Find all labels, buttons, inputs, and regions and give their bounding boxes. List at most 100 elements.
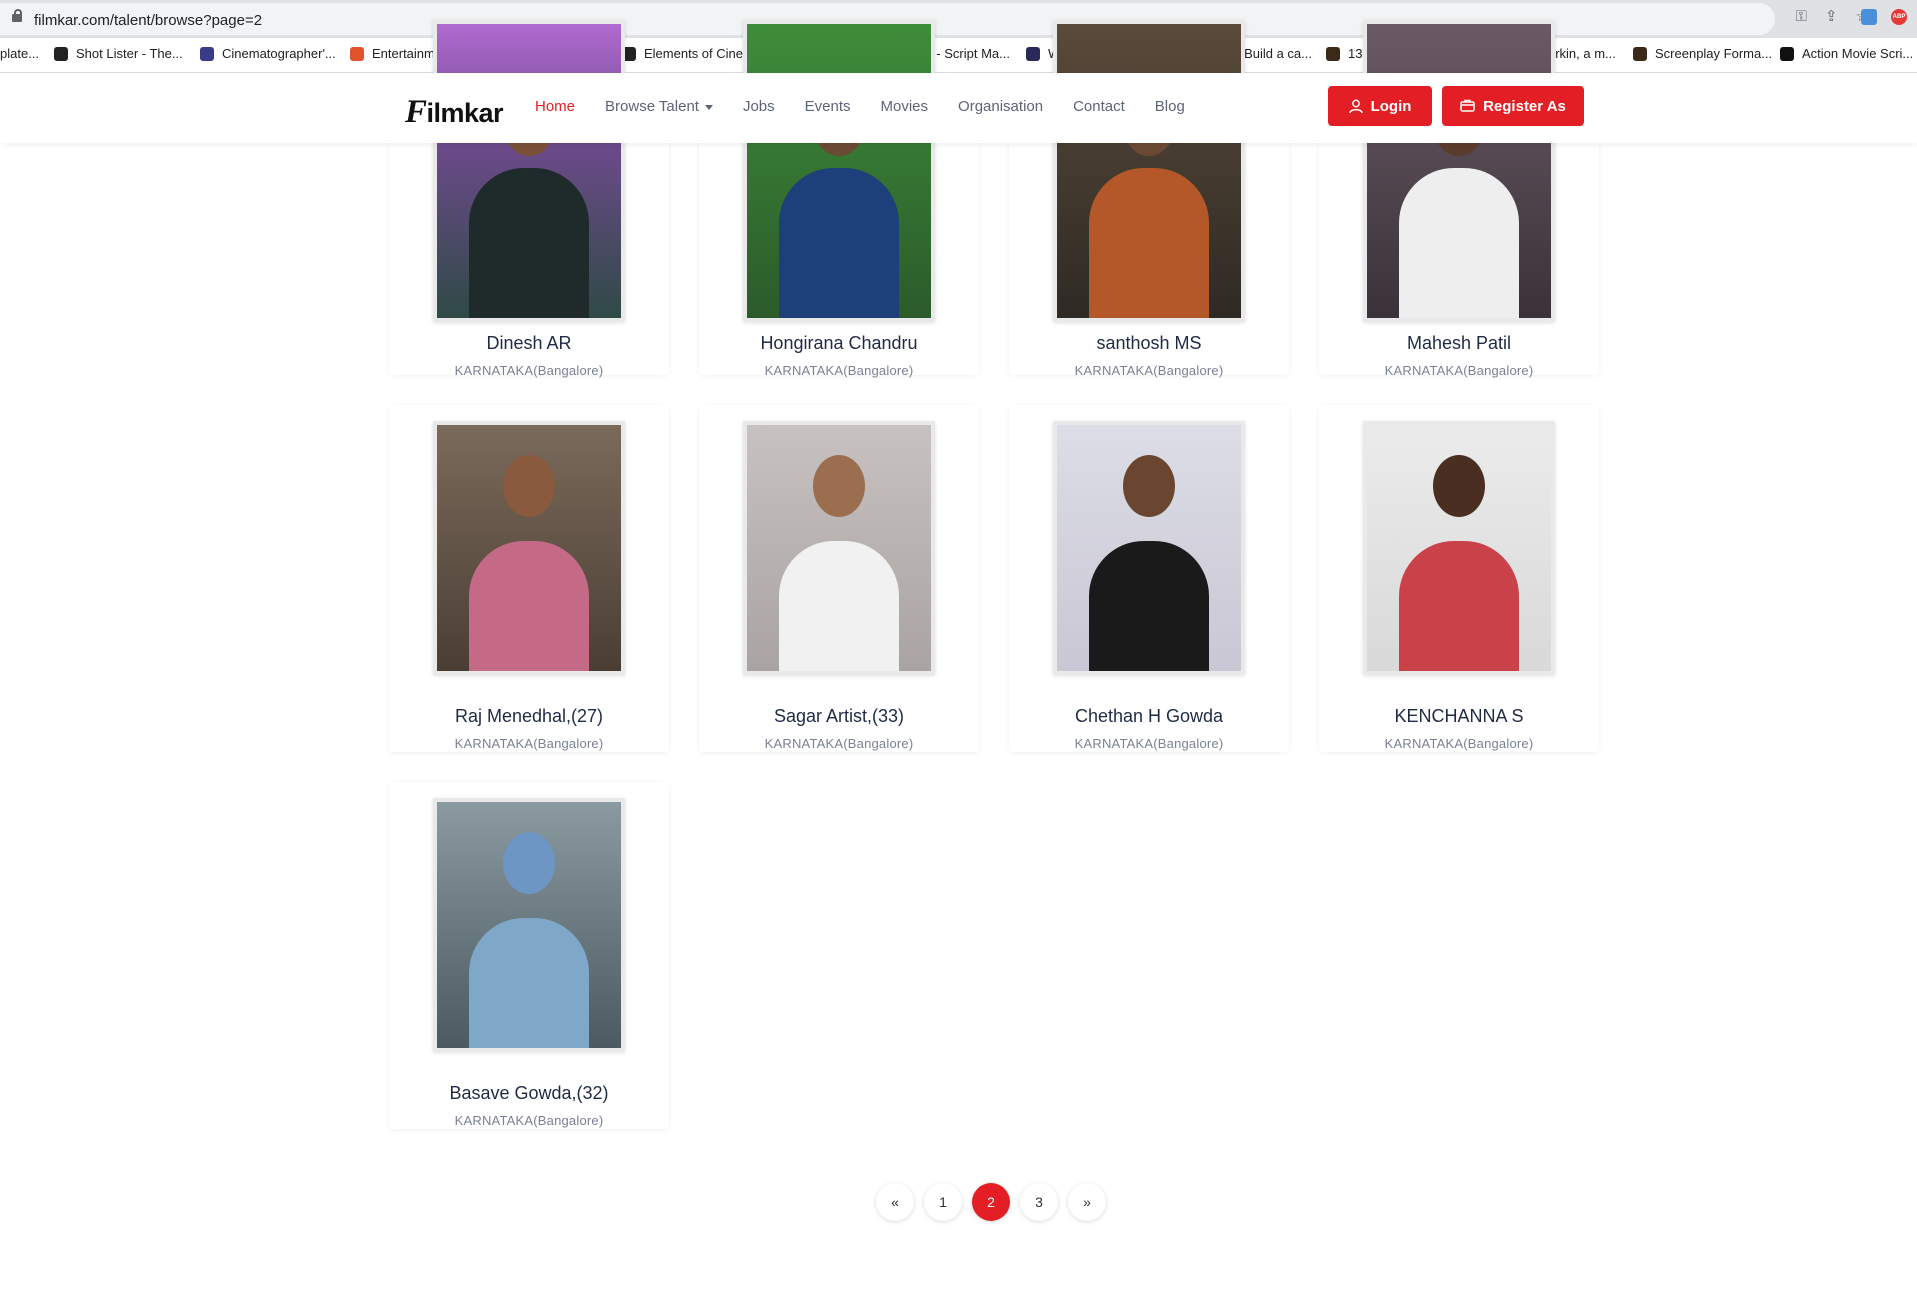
talent-photo[interactable] bbox=[743, 421, 935, 675]
pagination-next-button[interactable]: » bbox=[1068, 1183, 1106, 1221]
photo-figure-body bbox=[1399, 541, 1519, 671]
talent-name[interactable]: Mahesh Patil bbox=[1319, 333, 1599, 354]
talent-name[interactable]: Sagar Artist,(33) bbox=[699, 706, 979, 727]
bookmark-favicon-icon bbox=[350, 46, 364, 61]
talent-photo-image bbox=[747, 425, 931, 671]
pagination-page-button[interactable]: 3 bbox=[1020, 1183, 1058, 1221]
nav-events[interactable]: Events bbox=[805, 98, 851, 115]
talent-photo-image bbox=[437, 425, 621, 671]
talent-location: KARNATAKA(Bangalore) bbox=[454, 736, 604, 751]
photo-figure-head bbox=[503, 455, 555, 517]
register-button[interactable]: Register As bbox=[1442, 86, 1584, 126]
talent-location: KARNATAKA(Bangalore) bbox=[1074, 363, 1224, 378]
nav-home[interactable]: Home bbox=[535, 98, 575, 115]
talent-location: KARNATAKA(Bangalore) bbox=[1074, 736, 1224, 751]
talent-photo[interactable] bbox=[1053, 20, 1245, 322]
talent-name[interactable]: Hongirana Chandru bbox=[699, 333, 979, 354]
photo-figure-body bbox=[469, 541, 589, 671]
talent-name[interactable]: Chethan H Gowda bbox=[1009, 706, 1289, 727]
url-text[interactable]: filmkar.com/talent/browse?page=2 bbox=[34, 12, 262, 29]
talent-photo-image bbox=[1367, 425, 1551, 671]
talent-card[interactable]: KENCHANNA S KARNATAKA(Bangalore) bbox=[1319, 405, 1599, 752]
bookmark-favicon-icon bbox=[54, 46, 68, 61]
register-label: Register As bbox=[1483, 97, 1566, 115]
nav-label: Organisation bbox=[958, 98, 1044, 115]
bookmark-label: Shot Lister - The... bbox=[76, 46, 183, 61]
register-icon bbox=[1460, 99, 1475, 112]
talent-name[interactable]: KENCHANNA S bbox=[1319, 706, 1599, 727]
bookmark-item[interactable]: plate... bbox=[0, 46, 39, 61]
bookmark-favicon-icon bbox=[200, 46, 214, 61]
talent-photo[interactable] bbox=[1363, 20, 1555, 322]
lock-icon bbox=[12, 9, 22, 22]
talent-photo[interactable] bbox=[1363, 421, 1555, 675]
talent-photo[interactable] bbox=[433, 421, 625, 675]
talent-photo[interactable] bbox=[1053, 421, 1245, 675]
photo-figure-body bbox=[469, 168, 589, 318]
nav-browse-talent[interactable]: Browse Talent bbox=[605, 98, 713, 115]
extension-icon[interactable] bbox=[1861, 9, 1877, 25]
talent-card[interactable]: Basave Gowda,(32) KARNATAKA(Bangalore) bbox=[389, 782, 669, 1129]
filmkar-logo[interactable]: Filmkar bbox=[405, 94, 504, 131]
nav-organisation[interactable]: Organisation bbox=[958, 98, 1043, 115]
talent-photo[interactable] bbox=[433, 798, 625, 1052]
bookmark-item[interactable]: Elements of Cine... bbox=[622, 46, 754, 61]
bookmark-item[interactable]: Screenplay Forma... bbox=[1633, 46, 1772, 61]
bookmark-favicon-icon bbox=[1633, 46, 1647, 61]
bookmark-label: plate... bbox=[0, 46, 40, 61]
share-icon[interactable]: ⇪ bbox=[1825, 8, 1838, 26]
talent-photo-image bbox=[1367, 24, 1551, 318]
talent-name[interactable]: Raj Menedhal,(27) bbox=[389, 706, 669, 727]
pagination-page-button[interactable]: 2 bbox=[972, 1183, 1010, 1221]
login-button[interactable]: Login bbox=[1328, 86, 1432, 126]
adblock-icon[interactable]: ABP bbox=[1891, 9, 1907, 25]
nav-label: Jobs bbox=[742, 98, 775, 115]
bookmarks-bar: plate... Shot Lister - The... Cinematograp… bbox=[0, 38, 1917, 73]
talent-photo-image bbox=[1057, 24, 1241, 318]
talent-location: KARNATAKA(Bangalore) bbox=[764, 736, 914, 751]
photo-figure-body bbox=[1089, 168, 1209, 318]
talent-name[interactable]: santhosh MS bbox=[1009, 333, 1289, 354]
bookmark-item[interactable]: Cinematographer'... bbox=[200, 46, 336, 61]
bookmark-favicon-icon bbox=[1326, 46, 1340, 61]
nav-contact[interactable]: Contact bbox=[1073, 98, 1125, 115]
talent-card[interactable]: Raj Menedhal,(27) KARNATAKA(Bangalore) bbox=[389, 405, 669, 752]
pagination-prev-button[interactable]: « bbox=[876, 1183, 914, 1221]
pagination: « 1 2 3 » bbox=[876, 1183, 1106, 1221]
bookmark-label: Cinematographer'... bbox=[222, 46, 336, 61]
talent-location: KARNATAKA(Bangalore) bbox=[454, 1113, 604, 1128]
photo-figure-head bbox=[1433, 455, 1485, 517]
talent-photo[interactable] bbox=[743, 20, 935, 322]
nav-label: Blog bbox=[1154, 98, 1185, 115]
main-nav: Home Browse Talent Jobs Events Movies Organis… bbox=[535, 98, 1215, 115]
talent-name[interactable]: Dinesh AR bbox=[389, 333, 669, 354]
talent-photo-image bbox=[437, 802, 621, 1048]
nav-movies[interactable]: Movies bbox=[881, 98, 929, 115]
key-icon[interactable]: ⚿ bbox=[1796, 8, 1807, 26]
talent-photo-image bbox=[747, 24, 931, 318]
talent-card[interactable]: Chethan H Gowda KARNATAKA(Bangalore) bbox=[1009, 405, 1289, 752]
bookmark-item[interactable]: Shot Lister - The... bbox=[54, 46, 183, 61]
caret-down-icon bbox=[704, 104, 713, 110]
photo-figure-body bbox=[779, 541, 899, 671]
bookmark-label: Action Movie Scri... bbox=[1802, 46, 1914, 61]
nav-blog[interactable]: Blog bbox=[1155, 98, 1185, 115]
pagination-page-button[interactable]: 1 bbox=[924, 1183, 962, 1221]
talent-name[interactable]: Basave Gowda,(32) bbox=[389, 1083, 669, 1104]
photo-figure-head bbox=[813, 455, 865, 517]
bookmark-item[interactable]: Action Movie Scri... bbox=[1780, 46, 1913, 61]
talent-location: KARNATAKA(Bangalore) bbox=[1384, 736, 1534, 751]
bookmark-label: Elements of Cine... bbox=[644, 46, 754, 61]
talent-card[interactable]: Sagar Artist,(33) KARNATAKA(Bangalore) bbox=[699, 405, 979, 752]
site-header: Filmkar Home Browse Talent Jobs Events Movie… bbox=[0, 73, 1917, 143]
talent-location: KARNATAKA(Bangalore) bbox=[764, 363, 914, 378]
talent-photo[interactable] bbox=[433, 20, 625, 322]
browser-toolbar: filmkar.com/talent/browse?page=2 ⚿ ⇪ ☆ A… bbox=[0, 0, 1917, 38]
nav-label: Browse Talent bbox=[605, 98, 699, 115]
talent-location: KARNATAKA(Bangalore) bbox=[1384, 363, 1534, 378]
nav-jobs[interactable]: Jobs bbox=[743, 98, 775, 115]
talent-location: KARNATAKA(Bangalore) bbox=[454, 363, 604, 378]
photo-figure-body bbox=[1399, 168, 1519, 318]
nav-label: Contact bbox=[1073, 98, 1125, 115]
login-label: Login bbox=[1370, 97, 1412, 115]
